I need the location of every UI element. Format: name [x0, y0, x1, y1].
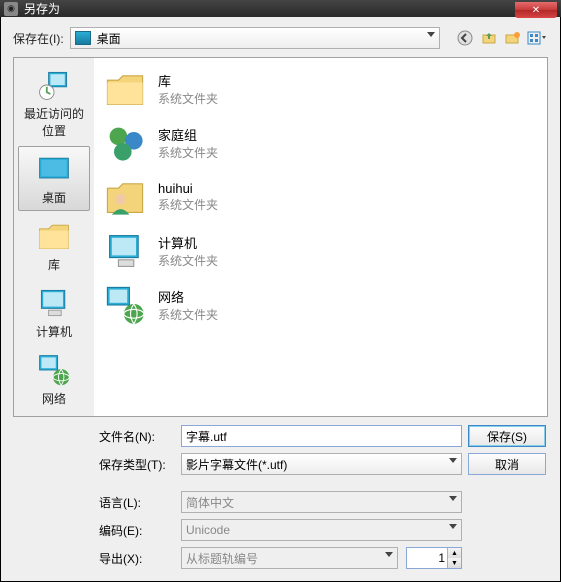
up-button[interactable]	[478, 27, 500, 49]
spinner-up[interactable]: ▲	[448, 548, 461, 558]
file-item[interactable]: 计算机 系统文件夹	[94, 224, 547, 278]
close-icon: ✕	[532, 5, 540, 16]
export-number-spinner[interactable]: 1 ▲ ▼	[406, 547, 462, 569]
file-name: 家庭组	[158, 125, 218, 144]
file-item[interactable]: huihui 系统文件夹	[94, 170, 547, 224]
computer-icon	[102, 228, 148, 274]
new-folder-icon	[505, 30, 521, 46]
place-label: 网络	[19, 390, 89, 407]
app-icon: ◉	[4, 2, 18, 16]
file-type: 系统文件夹	[158, 306, 218, 323]
file-name: huihui	[158, 181, 218, 196]
file-name: 网络	[158, 287, 218, 306]
desktop-icon	[75, 31, 91, 45]
file-name: 计算机	[158, 233, 218, 252]
encoding-label: 编码(E):	[99, 522, 175, 539]
file-browser: 最近访问的位置 桌面 库 计算机 网络 库 系统文件夹 家庭组 系统文件夹 hu…	[13, 57, 548, 417]
save-button[interactable]: 保存(S)	[468, 425, 546, 447]
libraries-icon	[102, 66, 148, 112]
file-type: 系统文件夹	[158, 252, 218, 269]
form-area: 文件名(N): 保存(S) 保存类型(T): 影片字幕文件(*.utf) 取消	[13, 417, 548, 575]
libraries-icon	[34, 218, 74, 254]
computer-icon	[34, 285, 74, 321]
user-icon	[102, 174, 148, 220]
cancel-button[interactable]: 取消	[468, 453, 546, 475]
location-toolbar: 保存在(I): 桌面	[13, 27, 548, 49]
chevron-down-icon	[449, 524, 457, 529]
file-item[interactable]: 库 系统文件夹	[94, 62, 547, 116]
place-libraries[interactable]: 库	[18, 213, 90, 278]
back-button[interactable]	[454, 27, 476, 49]
place-label: 计算机	[19, 323, 89, 340]
encoding-combo[interactable]: Unicode	[181, 519, 462, 541]
save-in-label: 保存在(I):	[13, 30, 64, 47]
desktop-icon	[34, 151, 74, 187]
up-folder-icon	[481, 30, 497, 46]
language-value: 简体中文	[186, 494, 234, 511]
homegroup-icon	[102, 120, 148, 166]
recent-icon	[34, 67, 74, 103]
new-folder-button[interactable]	[502, 27, 524, 49]
place-recent[interactable]: 最近访问的位置	[18, 62, 90, 144]
file-item[interactable]: 网络 系统文件夹	[94, 278, 547, 332]
place-network[interactable]: 网络	[18, 347, 90, 412]
savetype-combo[interactable]: 影片字幕文件(*.utf)	[181, 453, 462, 475]
place-desktop[interactable]: 桌面	[18, 146, 90, 211]
network-icon	[34, 352, 74, 388]
language-label: 语言(L):	[99, 494, 175, 511]
file-type: 系统文件夹	[158, 90, 218, 107]
file-item[interactable]: 家庭组 系统文件夹	[94, 116, 547, 170]
place-label: 最近访问的位置	[19, 105, 89, 139]
file-name: 库	[158, 71, 218, 90]
export-value: 从标题轨编号	[186, 550, 258, 567]
chevron-down-icon	[385, 552, 393, 557]
filename-input[interactable]	[181, 425, 462, 447]
close-button[interactable]: ✕	[515, 2, 557, 18]
file-list[interactable]: 库 系统文件夹 家庭组 系统文件夹 huihui 系统文件夹 计算机 系统文件夹…	[94, 58, 547, 416]
file-type: 系统文件夹	[158, 144, 218, 161]
chevron-down-icon	[449, 458, 457, 463]
file-type: 系统文件夹	[158, 196, 218, 213]
spinner-down[interactable]: ▼	[448, 558, 461, 568]
back-icon	[457, 30, 473, 46]
place-computer[interactable]: 计算机	[18, 280, 90, 345]
location-value: 桌面	[97, 30, 121, 47]
view-button[interactable]	[526, 27, 548, 49]
network-icon	[102, 282, 148, 328]
places-bar: 最近访问的位置 桌面 库 计算机 网络	[14, 58, 94, 416]
chevron-down-icon	[449, 496, 457, 501]
savetype-label: 保存类型(T):	[99, 456, 175, 473]
filename-label: 文件名(N):	[99, 428, 175, 445]
window-title: 另存为	[24, 0, 60, 17]
chevron-down-icon	[427, 32, 435, 37]
view-menu-icon	[527, 30, 547, 46]
language-combo[interactable]: 简体中文	[181, 491, 462, 513]
location-combo[interactable]: 桌面	[70, 27, 440, 49]
savetype-value: 影片字幕文件(*.utf)	[186, 456, 287, 473]
export-number-value: 1	[438, 551, 445, 565]
export-combo[interactable]: 从标题轨编号	[181, 547, 398, 569]
place-label: 库	[19, 256, 89, 273]
place-label: 桌面	[19, 189, 89, 206]
encoding-value: Unicode	[186, 523, 230, 537]
titlebar: ◉ 另存为 ✕	[0, 0, 561, 17]
export-label: 导出(X):	[99, 550, 175, 567]
